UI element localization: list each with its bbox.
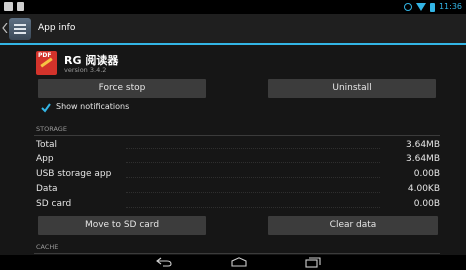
app-info-content: PDF RG 阅读器 version 3.4.2 Force stop Unin…	[0, 45, 466, 255]
app-version: version 3.4.2	[64, 66, 107, 74]
up-caret-icon[interactable]	[2, 23, 8, 33]
page-title: App info	[38, 23, 76, 33]
storage-row-label: SD card	[36, 199, 72, 209]
recents-icon[interactable]	[305, 257, 321, 268]
force-stop-button[interactable]: Force stop	[38, 79, 206, 98]
row-dots	[126, 177, 380, 178]
move-to-sd-button[interactable]: Move to SD card	[38, 216, 206, 235]
status-bar-left	[4, 2, 24, 11]
notification-icon	[17, 2, 24, 11]
storage-row-data: Data 4.00KB	[36, 184, 440, 198]
storage-row-value: 0.00B	[413, 199, 440, 209]
storage-row-value: 4.00KB	[407, 184, 440, 194]
storage-row-app: App 3.64MB	[36, 154, 440, 168]
row-dots	[126, 148, 380, 149]
pen-icon	[40, 57, 53, 68]
status-bar: 11:36	[0, 0, 466, 14]
wifi-icon	[415, 3, 426, 11]
row-dots	[126, 162, 380, 163]
cache-divider	[34, 253, 440, 254]
navigation-bar	[0, 255, 466, 270]
row-dots	[126, 192, 380, 193]
clear-data-button[interactable]: Clear data	[268, 216, 438, 235]
show-notifications-checkbox[interactable]	[41, 103, 51, 113]
show-notifications-label: Show notifications	[56, 102, 130, 111]
storage-row-value: 3.64MB	[406, 140, 440, 150]
storage-row-label: Data	[36, 184, 58, 194]
storage-row-value: 3.64MB	[406, 154, 440, 164]
alarm-icon	[403, 3, 412, 11]
row-dots	[126, 207, 380, 208]
cache-header: CACHE	[36, 243, 59, 251]
storage-row-sdcard: SD card 0.00B	[36, 199, 440, 213]
storage-row-label: Total	[36, 140, 58, 150]
back-icon[interactable]	[156, 257, 172, 267]
storage-row-value: 0.00B	[413, 169, 440, 179]
uninstall-button[interactable]: Uninstall	[268, 79, 436, 98]
settings-app-icon[interactable]	[9, 18, 31, 40]
battery-icon	[429, 2, 435, 12]
screenshot-icon	[4, 2, 13, 11]
action-bar: App info	[0, 14, 466, 45]
app-icon: PDF	[36, 51, 57, 75]
storage-row-usb: USB storage app 0.00B	[36, 169, 440, 183]
storage-row-label: App	[36, 154, 54, 164]
storage-divider	[34, 135, 440, 136]
home-icon[interactable]	[231, 257, 247, 267]
storage-row-total: Total 3.64MB	[36, 140, 440, 154]
status-time: 11:36	[438, 2, 462, 11]
storage-row-label: USB storage app	[36, 169, 112, 179]
status-bar-right: 11:36	[403, 1, 462, 13]
storage-header: STORAGE	[36, 125, 67, 133]
